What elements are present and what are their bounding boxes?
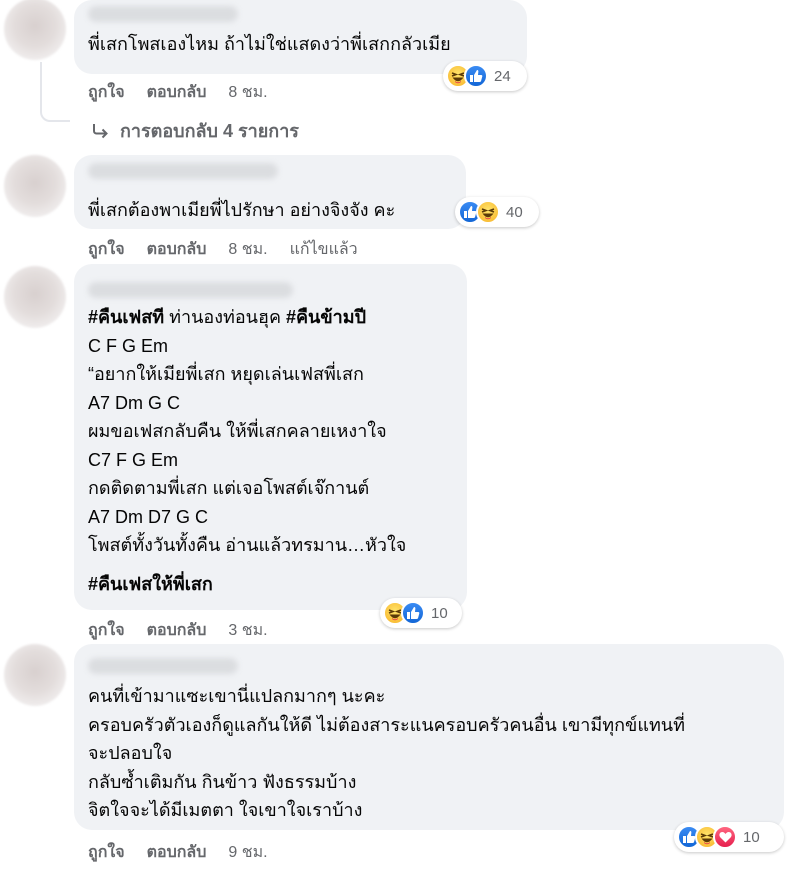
- avatar[interactable]: [4, 266, 66, 328]
- comment-actions: ถูกใจ ตอบกลับ 3 ชม.: [88, 618, 268, 643]
- comment-line: #คืนเฟสที ท่านองท่อนฮุค #คืนข้ามปี: [88, 303, 406, 332]
- comment-bubble: คนที่เข้ามาแซะเขานี่แปลกมากๆ นะคะ ครอบคร…: [74, 644, 784, 830]
- timestamp[interactable]: 8 ชม.: [228, 80, 267, 105]
- comment-line: “อยากให้เมียพี่เสก หยุดเล่นเฟสพี่เสก: [88, 364, 364, 384]
- timestamp[interactable]: 9 ชม.: [228, 840, 267, 865]
- comment-actions: ถูกใจ ตอบกลับ 8 ชม. แก้ไขแล้ว: [88, 237, 358, 262]
- edited-label[interactable]: แก้ไขแล้ว: [290, 237, 358, 262]
- comment-text: #คืนเฟสที ท่านองท่อนฮุค #คืนข้ามปี C F G…: [88, 303, 406, 598]
- comment-text: พี่เสกต้องพาเมียพี่ไปรักษา อย่างจิงจัง ค…: [88, 196, 395, 225]
- comment-line: C7 F G Em: [88, 449, 179, 470]
- author-name[interactable]: [88, 6, 238, 22]
- comment-line: คนที่เข้ามาแซะเขานี่แปลกมากๆ นะคะ: [88, 686, 386, 706]
- reply-button[interactable]: ตอบกลับ: [147, 618, 207, 643]
- haha-icon: [476, 200, 500, 224]
- replies-count-label: การตอบกลับ 4 รายการ: [120, 121, 299, 141]
- comment-line: พี่เสกต้องพาเมียพี่ไปรักษา อย่างจิงจัง ค…: [88, 200, 396, 220]
- comment-bubble: #คืนเฟสที ท่านองท่อนฮุค #คืนข้ามปี C F G…: [74, 264, 467, 610]
- reaction-summary[interactable]: 10: [380, 598, 462, 628]
- comment-line-text: ท่านองท่อนฮุค: [164, 307, 286, 327]
- comment-line: พี่เสกโพสเองไหม ถ้าไม่ใช่แสดงว่าพี่เสกกล…: [88, 34, 451, 54]
- comment-text: พี่เสกโพสเองไหม ถ้าไม่ใช่แสดงว่าพี่เสกกล…: [88, 30, 451, 59]
- author-name[interactable]: [88, 658, 238, 674]
- comment-text: คนที่เข้ามาแซะเขานี่แปลกมากๆ นะคะ ครอบคร…: [88, 682, 685, 825]
- author-name[interactable]: [88, 282, 293, 298]
- comment-line: จะปลอบใจ: [88, 743, 173, 763]
- comment-line: ผมขอเฟสกลับคืน ให้พี่เสกคลายเหงาใจ: [88, 421, 387, 441]
- comment-line: กลับซ้ำเติมกัน กินข้าว ฟังธรรมบ้าง: [88, 771, 357, 792]
- reaction-summary[interactable]: 40: [455, 197, 539, 227]
- avatar[interactable]: [4, 0, 66, 60]
- timestamp[interactable]: 8 ชม.: [228, 237, 267, 262]
- reaction-summary[interactable]: 24: [443, 61, 527, 91]
- reaction-count[interactable]: 10: [743, 829, 760, 846]
- like-button[interactable]: ถูกใจ: [88, 237, 125, 262]
- love-icon: [713, 825, 737, 849]
- reply-button[interactable]: ตอบกลับ: [147, 80, 207, 105]
- comment-line: ครอบครัวตัวเองก็ดูแลกันให้ดี ไม่ต้องสาระ…: [88, 714, 685, 735]
- like-button[interactable]: ถูกใจ: [88, 840, 125, 865]
- thread-line: [40, 62, 70, 122]
- author-name[interactable]: [88, 163, 278, 179]
- comment-line: จิตใจจะได้มีเมตตา ใจเขาใจเราบ้าง: [88, 800, 363, 820]
- reply-button[interactable]: ตอบกลับ: [147, 237, 207, 262]
- like-icon: [401, 601, 425, 625]
- like-button[interactable]: ถูกใจ: [88, 80, 125, 105]
- comment-line: โพสต์ทั้งวันทั้งคืน อ่านแล้วทรมาน…หัวใจ: [88, 535, 407, 555]
- reply-button[interactable]: ตอบกลับ: [147, 840, 207, 865]
- comment-actions: ถูกใจ ตอบกลับ 9 ชม.: [88, 840, 268, 865]
- hashtag[interactable]: #คืนเฟสที: [88, 307, 164, 327]
- hashtag[interactable]: #คืนข้ามปี: [286, 307, 366, 327]
- reaction-summary[interactable]: 10: [674, 822, 784, 852]
- avatar[interactable]: [4, 155, 66, 217]
- comment-bubble: พี่เสกต้องพาเมียพี่ไปรักษา อย่างจิงจัง ค…: [74, 155, 466, 229]
- comment-line: กดติดตามพี่เสก แต่เจอโพสต์เจ๊กานต์: [88, 478, 370, 498]
- like-button[interactable]: ถูกใจ: [88, 618, 125, 643]
- timestamp[interactable]: 3 ชม.: [228, 618, 267, 643]
- reply-arrow-icon: [93, 123, 108, 138]
- hashtag[interactable]: #คืนเฟสให้พี่เสก: [88, 574, 213, 594]
- comment-line: A7 Dm D7 G C: [88, 506, 209, 527]
- comment-line: C F G Em: [88, 335, 168, 356]
- reaction-count[interactable]: 40: [506, 204, 523, 221]
- comment-line: A7 Dm G C: [88, 392, 181, 413]
- reaction-count[interactable]: 24: [494, 68, 511, 85]
- like-icon: [464, 64, 488, 88]
- avatar[interactable]: [4, 644, 66, 706]
- reaction-count[interactable]: 10: [431, 605, 448, 622]
- comment-actions: ถูกใจ ตอบกลับ 8 ชม.: [88, 80, 268, 105]
- view-replies-link[interactable]: การตอบกลับ 4 รายการ: [92, 116, 299, 145]
